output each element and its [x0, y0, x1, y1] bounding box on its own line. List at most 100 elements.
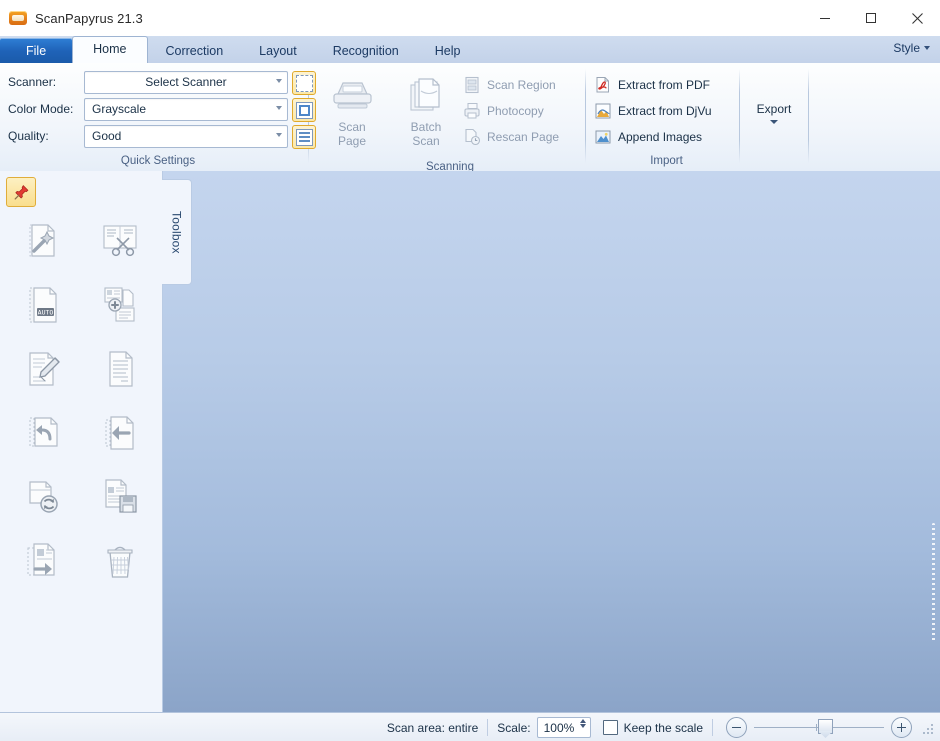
extract-from-pdf-button[interactable]: Extract from PDF [594, 72, 712, 98]
zoom-in-icon[interactable] [891, 717, 912, 738]
export-button[interactable]: Export [740, 70, 808, 156]
scan-page-label-2: Page [337, 134, 367, 148]
rotate-left-tool[interactable] [8, 411, 77, 455]
app-logo-icon [9, 9, 27, 27]
pin-toolbox-button[interactable] [6, 177, 36, 207]
photocopy-label: Photocopy [487, 104, 544, 118]
batch-scan-button[interactable]: Batch Scan [389, 70, 463, 160]
rescan-page-icon [463, 128, 481, 146]
djvu-icon [594, 102, 612, 120]
scale-value: 100% [543, 720, 575, 735]
chevron-down-icon[interactable] [270, 72, 287, 91]
toolbox-tab-label: Toolbox [169, 210, 184, 254]
chevron-down-icon [924, 46, 930, 50]
photocopy-icon [463, 102, 481, 120]
tab-recognition[interactable]: Recognition [315, 38, 417, 64]
close-button[interactable] [894, 0, 940, 36]
ribbon-group-import: Extract from PDF Extract from DjVu Appen… [586, 63, 739, 171]
ribbon-tab-strip: File Home Correction Layout Recognition … [0, 36, 940, 64]
scanner-row: Scanner: Select Scanner [8, 70, 288, 94]
tab-layout[interactable]: Layout [241, 38, 315, 64]
ribbon-group-scanning: Scan Page Batch Scan Scan Region Photoco… [309, 63, 585, 173]
scan-page-label-1: Scan [338, 120, 366, 134]
tab-correction[interactable]: Correction [148, 38, 242, 64]
crop-tool[interactable] [85, 219, 154, 263]
scan-page-button[interactable]: Scan Page [315, 70, 389, 160]
quality-value: Good [92, 129, 122, 143]
keep-scale-label: Keep the scale [623, 720, 703, 735]
scan-region-label: Scan Region [487, 78, 556, 92]
scanpapyrus-window: ScanPapyrus 21.3 File Home Correction La… [0, 0, 940, 741]
quality-select[interactable]: Good [84, 124, 288, 148]
title-bar: ScanPapyrus 21.3 [0, 0, 940, 36]
tab-file[interactable]: File [0, 38, 73, 64]
zoom-center-tick [816, 724, 817, 731]
chevron-down-icon[interactable] [270, 126, 287, 145]
photocopy-button[interactable]: Photocopy [463, 98, 559, 124]
scanning-small-commands: Scan Region Photocopy Rescan Page [463, 70, 559, 150]
extract-from-djvu-button[interactable]: Extract from DjVu [594, 98, 712, 124]
quality-row: Quality: Good [8, 124, 288, 148]
pushpin-icon [14, 184, 28, 200]
toolbox-tab[interactable]: Toolbox [162, 179, 192, 285]
batch-scan-label-1: Batch [410, 120, 442, 134]
document-canvas[interactable]: AUTO Toolbox [0, 171, 940, 712]
zoom-track[interactable] [754, 719, 884, 734]
extract-from-pdf-label: Extract from PDF [618, 78, 711, 92]
scanner-select[interactable]: Select Scanner [84, 70, 288, 94]
scale-stepper[interactable]: 100% [536, 717, 591, 738]
append-images-button[interactable]: Append Images [594, 124, 712, 150]
export-label: Export [756, 102, 792, 116]
auto-tool[interactable]: AUTO [8, 283, 77, 327]
tab-help[interactable]: Help [417, 38, 479, 64]
reorder-pages-tool[interactable] [8, 539, 77, 583]
page-text-tool[interactable] [85, 347, 154, 391]
delete-page-tool[interactable] [85, 539, 154, 583]
maximize-button[interactable] [848, 0, 894, 36]
canvas-splitter-grip[interactable] [932, 523, 935, 643]
svg-text:AUTO: AUTO [37, 309, 53, 317]
move-page-back-tool[interactable] [85, 411, 154, 455]
scale-label: Scale: [497, 720, 531, 735]
ribbon-group-quick-settings: Scanner: Select Scanner Color Mode: Gray… [0, 63, 316, 171]
status-divider [712, 719, 713, 736]
scan-region-button[interactable]: Scan Region [463, 72, 559, 98]
tab-home[interactable]: Home [72, 36, 148, 64]
zoom-slider[interactable] [726, 717, 912, 738]
quality-label: Quality: [8, 129, 49, 143]
resize-grip[interactable] [922, 721, 936, 735]
stepper-arrows[interactable] [579, 719, 586, 728]
chevron-down-icon[interactable] [270, 99, 287, 118]
style-menu-label: Style [893, 41, 920, 55]
ribbon-group-export: Export [740, 63, 808, 171]
style-menu-button[interactable]: Style [893, 41, 930, 55]
color-mode-label: Color Mode: [8, 102, 74, 116]
edit-page-tool[interactable] [8, 347, 77, 391]
import-commands: Extract from PDF Extract from DjVu Appen… [594, 70, 712, 150]
color-mode-select[interactable]: Grayscale [84, 97, 288, 121]
rescan-tool[interactable] [8, 475, 77, 519]
batch-pages-icon [403, 74, 449, 116]
save-page-tool[interactable] [85, 475, 154, 519]
scanner-label: Scanner: [8, 75, 57, 89]
chevron-down-icon[interactable] [770, 120, 778, 124]
zoom-thumb[interactable] [818, 719, 833, 734]
extract-from-djvu-label: Extract from DjVu [618, 104, 712, 118]
rescan-page-button[interactable]: Rescan Page [463, 124, 559, 150]
toolbox-grid: AUTO [8, 219, 154, 583]
color-mode-value: Grayscale [92, 102, 147, 116]
scan-area-status: Scan area: entire [386, 720, 479, 735]
zoom-out-icon[interactable] [726, 717, 747, 738]
status-divider [487, 719, 489, 736]
append-images-label: Append Images [618, 130, 703, 144]
add-page-tool[interactable] [85, 283, 154, 327]
scanner-icon [329, 74, 375, 116]
quick-settings-caption: Quick Settings [120, 155, 196, 167]
window-title: ScanPapyrus 21.3 [35, 10, 143, 26]
pdf-icon [594, 76, 612, 94]
minimize-button[interactable] [802, 0, 848, 36]
window-controls [802, 0, 940, 36]
auto-correct-tool[interactable] [8, 219, 77, 263]
batch-scan-label-2: Scan [412, 134, 440, 148]
keep-scale-checkbox[interactable] [602, 720, 618, 735]
